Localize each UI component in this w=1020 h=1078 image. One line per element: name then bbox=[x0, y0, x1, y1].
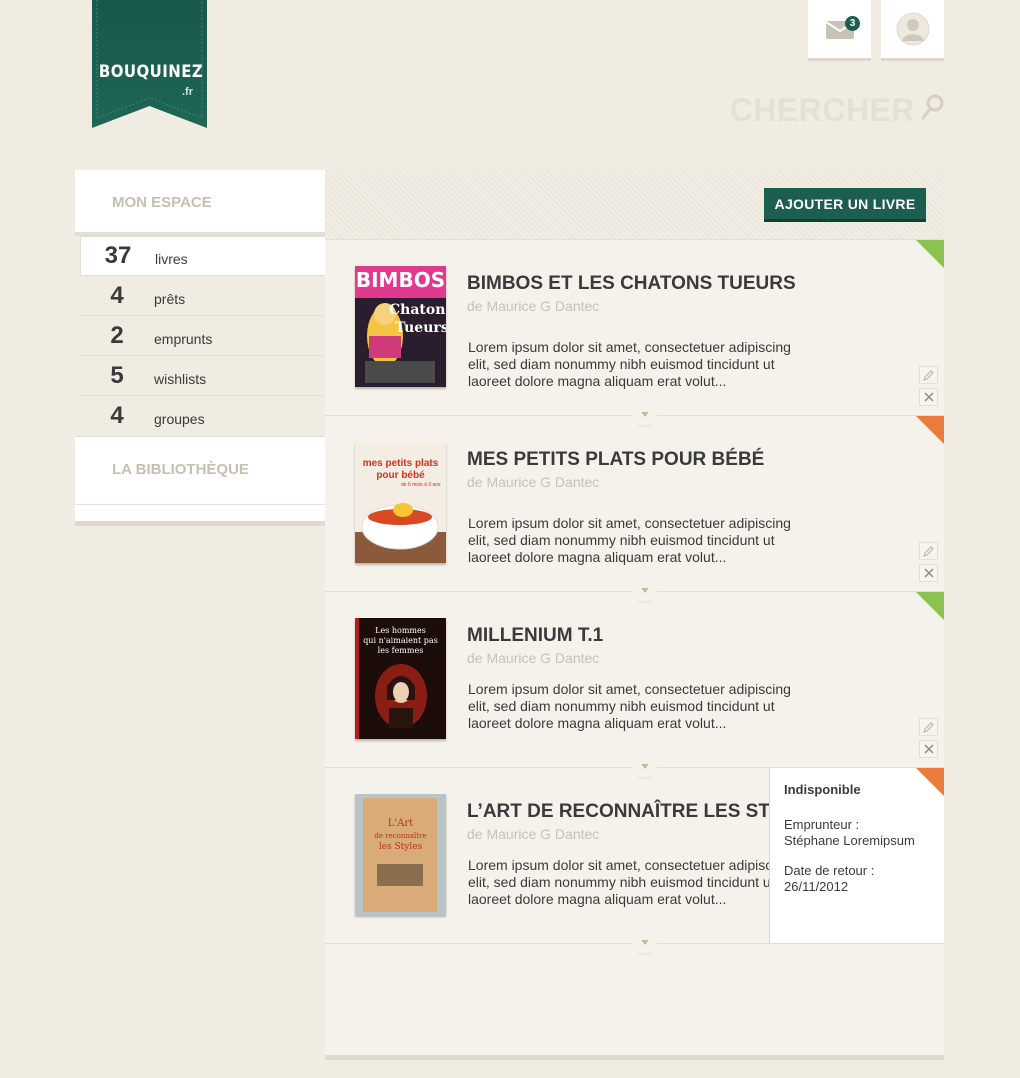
book-author[interactable]: de Maurice G Dantec bbox=[467, 650, 599, 666]
book-title[interactable]: BIMBOS ET LES CHATONS TUEURS bbox=[467, 273, 796, 295]
pencil-icon bbox=[923, 721, 934, 733]
cover-title-2: pour bébé bbox=[376, 470, 425, 481]
pencil-icon bbox=[923, 545, 934, 557]
sidebar-heading-mon-espace[interactable]: MON ESPACE bbox=[75, 170, 325, 236]
delete-button[interactable] bbox=[919, 740, 938, 758]
book-list-header: AJOUTER UN LIVRE bbox=[325, 170, 944, 240]
sidebar-item-label: emprunts bbox=[154, 330, 213, 347]
sidebar-count: 4 bbox=[110, 402, 124, 429]
expand-button[interactable] bbox=[633, 931, 657, 955]
book-item[interactable]: mes petits plats pour bébé de 6 mois à 3… bbox=[325, 416, 944, 603]
book-title[interactable]: MES PETITS PLATS POUR BÉBÉ bbox=[467, 449, 764, 471]
sidebar-item-livres[interactable]: 37 livres bbox=[80, 236, 331, 276]
sidebar-item-label: groupes bbox=[154, 411, 205, 427]
cover-subtitle: de 6 mois à 3 ans bbox=[401, 482, 441, 488]
sidebar-heading-bibliotheque[interactable]: LA BIBLIOTHÈQUE bbox=[75, 436, 325, 504]
availability-popover: Indisponible Emprunteur : Stéphane Lorem… bbox=[769, 768, 944, 943]
close-icon bbox=[923, 392, 934, 402]
sidebar-item-prets[interactable]: 4 prêts bbox=[80, 276, 325, 316]
status-corner bbox=[916, 768, 944, 796]
status-corner bbox=[916, 592, 944, 620]
search-box[interactable]: CHERCHER bbox=[700, 90, 945, 130]
sidebar-count: 5 bbox=[110, 361, 124, 389]
sidebar-footer bbox=[75, 504, 325, 526]
status-corner bbox=[916, 240, 944, 268]
book-cover[interactable]: L'Art de reconnaître les Styles bbox=[355, 794, 446, 915]
book-description: Lorem ipsum dolor sit amet, consectetuer… bbox=[468, 339, 791, 389]
cover-title-3: les femmes bbox=[377, 646, 424, 655]
return-date-value: 26/11/2012 bbox=[784, 879, 849, 894]
delete-button[interactable] bbox=[919, 564, 938, 582]
sidebar-count: 2 bbox=[110, 321, 124, 349]
book-item[interactable]: Les hommes qui n'aimaient pas les femmes… bbox=[325, 592, 944, 779]
cover-title-2: qui n'aimaient pas bbox=[363, 636, 438, 645]
profile-button[interactable] bbox=[881, 0, 944, 61]
close-icon bbox=[923, 744, 934, 754]
delete-button[interactable] bbox=[919, 388, 938, 406]
book-cover[interactable]: BIMBOS Chatons Tueurs bbox=[355, 266, 446, 387]
book-cover[interactable]: mes petits plats pour bébé de 6 mois à 3… bbox=[355, 442, 446, 563]
return-date-label: Date de retour : bbox=[784, 863, 875, 878]
sidebar-item-label: prêts bbox=[154, 290, 186, 307]
chevron-down-icon bbox=[641, 939, 649, 945]
sidebar-item-wishlists[interactable]: 5 wishlists bbox=[80, 356, 325, 396]
cover-title-1: L'Art bbox=[387, 818, 414, 829]
logo[interactable]: BOUQUINEZ .fr bbox=[92, 0, 207, 132]
sidebar: MON ESPACE 37 livres 4 prêts 2 emprunts … bbox=[75, 170, 331, 526]
edit-button[interactable] bbox=[919, 366, 938, 384]
cover-art bbox=[355, 794, 446, 915]
add-book-button[interactable]: AJOUTER UN LIVRE bbox=[764, 188, 926, 222]
borrower-name: Stéphane Loremipsum bbox=[784, 833, 915, 848]
sidebar-count: 4 bbox=[110, 281, 124, 309]
cover-title-3: les Styles bbox=[378, 842, 423, 852]
cover-title-2: de reconnaître bbox=[374, 832, 427, 840]
messages-button[interactable]: 3 bbox=[808, 0, 871, 61]
sidebar-item-groupes[interactable]: 4 groupes bbox=[80, 396, 325, 436]
book-cover[interactable]: Les hommes qui n'aimaient pas les femmes bbox=[355, 618, 446, 739]
sidebar-item-emprunts[interactable]: 2 emprunts bbox=[80, 316, 325, 356]
sidebar-item-label: wishlists bbox=[154, 370, 207, 387]
logo-tld: .fr bbox=[182, 86, 193, 98]
book-title[interactable]: L’ART DE RECONNAÎTRE LES STYLES bbox=[467, 801, 820, 823]
avatar-icon bbox=[896, 12, 929, 46]
book-description: Lorem ipsum dolor sit amet, consectetuer… bbox=[468, 515, 791, 565]
cover-title-top: BIMBOS bbox=[355, 268, 446, 292]
search-label: CHERCHER bbox=[729, 92, 915, 128]
close-icon bbox=[923, 568, 934, 578]
pencil-icon bbox=[923, 369, 934, 381]
book-item[interactable]: BIMBOS Chatons Tueurs BIMBOS ET LES CHAT… bbox=[325, 240, 944, 427]
book-author[interactable]: de Maurice G Dantec bbox=[467, 298, 599, 314]
logo-brand: BOUQUINEZ bbox=[98, 62, 204, 82]
book-description: Lorem ipsum dolor sit amet, consectetuer… bbox=[468, 857, 791, 907]
book-author[interactable]: de Maurice G Dantec bbox=[467, 474, 599, 490]
search-icon[interactable] bbox=[921, 94, 945, 120]
mail-count-badge: 3 bbox=[845, 16, 860, 31]
book-title[interactable]: MILLENIUM T.1 bbox=[467, 625, 603, 647]
sidebar-list: 37 livres 4 prêts 2 emprunts 5 wishlists… bbox=[75, 236, 331, 436]
book-description: Lorem ipsum dolor sit amet, consectetuer… bbox=[468, 681, 791, 731]
edit-button[interactable] bbox=[919, 718, 938, 736]
borrower-label: Emprunteur : bbox=[784, 817, 860, 832]
cover-title-bot: Tueurs bbox=[395, 320, 446, 336]
book-author[interactable]: de Maurice G Dantec bbox=[467, 826, 599, 842]
status-corner bbox=[916, 416, 944, 444]
cover-title-1: Les hommes bbox=[375, 626, 426, 635]
cover-title-mid: Chatons bbox=[389, 302, 446, 318]
edit-button[interactable] bbox=[919, 542, 938, 560]
sidebar-item-label: livres bbox=[155, 251, 188, 267]
cover-title-1: mes petits plats bbox=[362, 458, 439, 469]
sidebar-count: 37 bbox=[104, 242, 132, 269]
